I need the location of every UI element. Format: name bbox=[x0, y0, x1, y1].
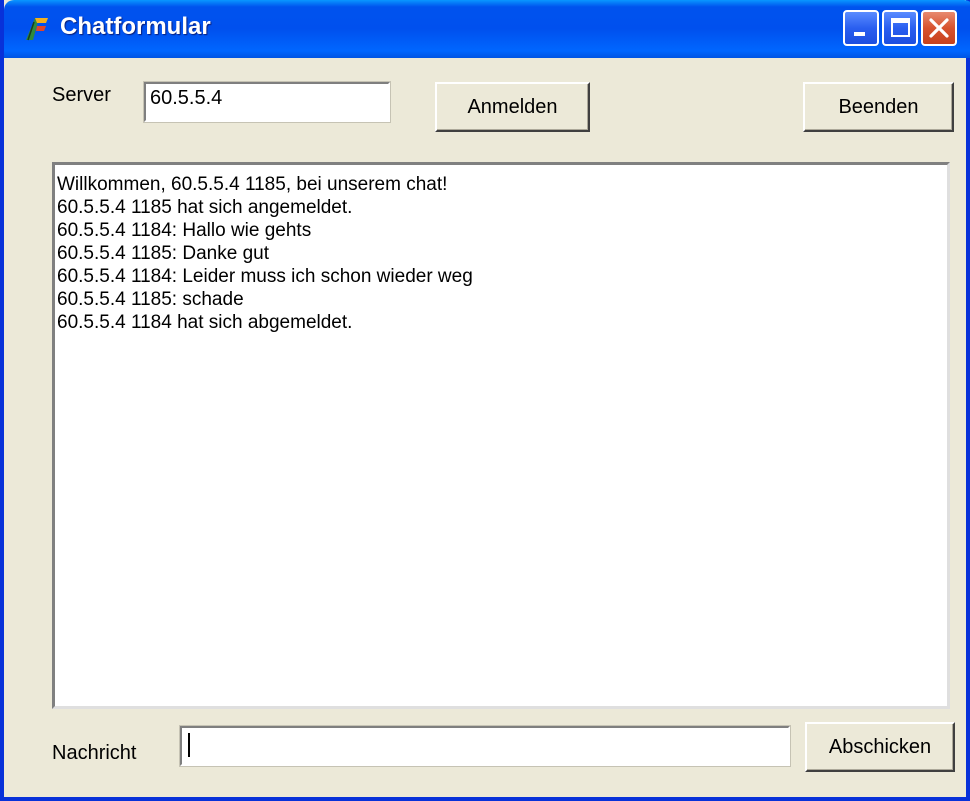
chat-line: 60.5.5.4 1185: Danke gut bbox=[57, 243, 269, 264]
quit-button[interactable]: Beenden bbox=[803, 82, 954, 132]
message-input[interactable] bbox=[179, 725, 791, 767]
text-caret bbox=[188, 733, 190, 757]
maximize-button[interactable] bbox=[882, 10, 918, 46]
chat-line: 60.5.5.4 1184: Hallo wie gehts bbox=[57, 220, 312, 241]
window-title: Chatformular bbox=[60, 13, 211, 40]
chat-line: 60.5.5.4 1184 hat sich abgemeldet. bbox=[57, 312, 353, 333]
chat-log[interactable]: Willkommen, 60.5.5.4 1185, bei unserem c… bbox=[52, 162, 950, 709]
chat-window: Chatformular Server 60.5.5.4 Anmelden Be… bbox=[0, 0, 970, 801]
minimize-button[interactable] bbox=[843, 10, 879, 46]
server-input[interactable]: 60.5.5.4 bbox=[143, 81, 391, 123]
close-button[interactable] bbox=[921, 10, 957, 46]
login-button[interactable]: Anmelden bbox=[435, 82, 590, 132]
minimize-icon bbox=[854, 32, 865, 36]
server-label: Server bbox=[52, 84, 111, 106]
chat-line: Willkommen, 60.5.5.4 1185, bei unserem c… bbox=[57, 174, 448, 195]
send-button[interactable]: Abschicken bbox=[805, 722, 955, 772]
chat-line: 60.5.5.4 1185: schade bbox=[57, 289, 244, 310]
title-bar[interactable]: Chatformular bbox=[4, 0, 970, 58]
message-label: Nachricht bbox=[52, 742, 137, 764]
maximize-icon bbox=[891, 18, 910, 37]
chat-line: 60.5.5.4 1184: Leider muss ich schon wie… bbox=[57, 266, 473, 287]
app-icon bbox=[26, 18, 48, 41]
close-icon bbox=[929, 18, 949, 38]
window-content: Server 60.5.5.4 Anmelden Beenden Willkom… bbox=[8, 58, 970, 797]
chat-line: 60.5.5.4 1185 hat sich angemeldet. bbox=[57, 197, 353, 218]
